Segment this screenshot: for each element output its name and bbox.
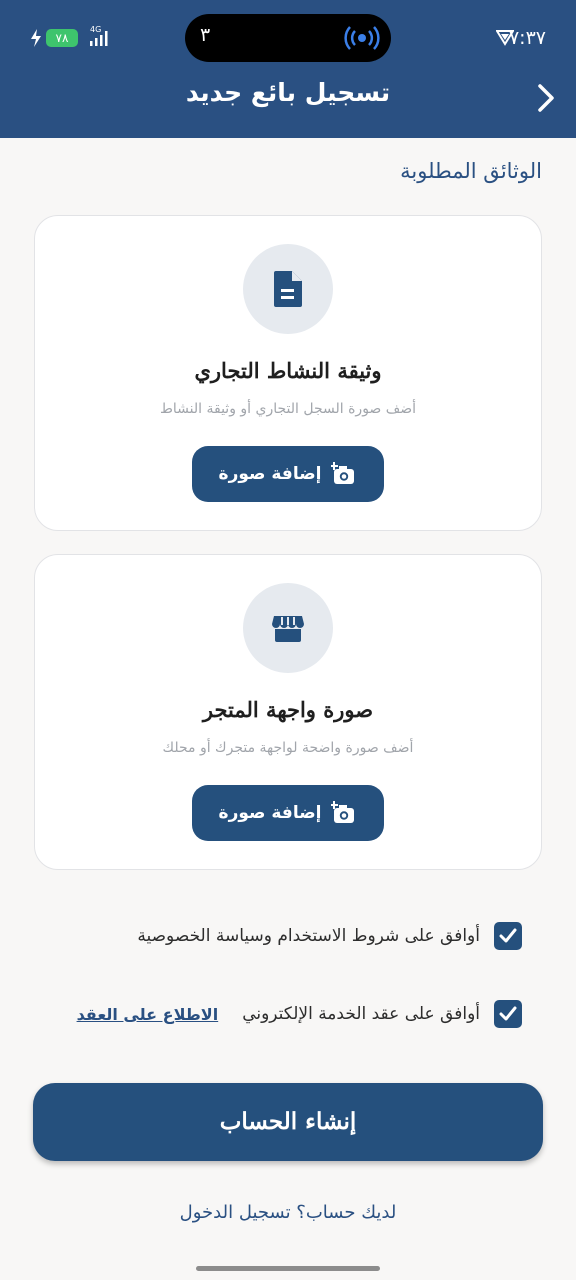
charging-icon (31, 29, 41, 47)
status-time: ٧:٣٧ (508, 27, 546, 49)
login-link[interactable]: لديك حساب؟ تسجيل الدخول (0, 1202, 576, 1223)
create-account-button[interactable]: إنشاء الحساب (33, 1083, 543, 1161)
storefront-icon-circle (243, 583, 333, 673)
home-indicator[interactable] (196, 1266, 380, 1271)
contract-label: أوافق على عقد الخدمة الإلكتروني (242, 1004, 480, 1024)
add-photo-icon (331, 462, 355, 484)
app-header: ٣ ٧٨ 4G ٧:٣٧ تسجيل بائع جديد (0, 0, 576, 138)
card-description: أضف صورة واضحة لواجهة متجرك أو محلك (162, 740, 414, 756)
signal-icon (90, 31, 108, 46)
documents-section-title: الوثائق المطلوبة (400, 159, 542, 183)
add-business-document-button[interactable]: إضافة صورة (192, 446, 384, 502)
document-icon-circle (243, 244, 333, 334)
add-button-label: إضافة صورة (218, 464, 322, 484)
storefront-photo-card: صورة واجهة المتجر أضف صورة واضحة لواجهة … (34, 554, 542, 870)
card-title: وثيقة النشاط التجاري (194, 358, 382, 383)
add-photo-icon (331, 801, 355, 823)
storefront-icon (272, 616, 304, 642)
add-storefront-photo-button[interactable]: إضافة صورة (192, 785, 384, 841)
checkmark-icon (499, 1006, 517, 1021)
add-button-label: إضافة صورة (218, 803, 322, 823)
notification-count: ٣ (200, 24, 211, 46)
broadcast-icon (344, 26, 380, 50)
contract-agreement-row: أوافق على عقد الخدمة الإلكتروني الاطلاع … (77, 1000, 522, 1028)
checkmark-icon (499, 928, 517, 943)
view-contract-link[interactable]: الاطلاع على العقد (77, 1005, 219, 1024)
terms-agreement-row: أوافق على شروط الاستخدام وسياسة الخصوصية (137, 922, 522, 950)
battery-indicator: ٧٨ (46, 29, 78, 47)
terms-checkbox[interactable] (494, 922, 522, 950)
page-title: تسجيل بائع جديد (185, 78, 391, 107)
back-chevron-icon[interactable] (530, 80, 562, 116)
terms-label: أوافق على شروط الاستخدام وسياسة الخصوصية (137, 926, 480, 946)
contract-checkbox[interactable] (494, 1000, 522, 1028)
card-title: صورة واجهة المتجر (202, 697, 374, 722)
card-description: أضف صورة السجل التجاري أو وثيقة النشاط (159, 401, 417, 417)
business-document-card: وثيقة النشاط التجاري أضف صورة السجل التج… (34, 215, 542, 531)
document-icon (274, 271, 302, 307)
